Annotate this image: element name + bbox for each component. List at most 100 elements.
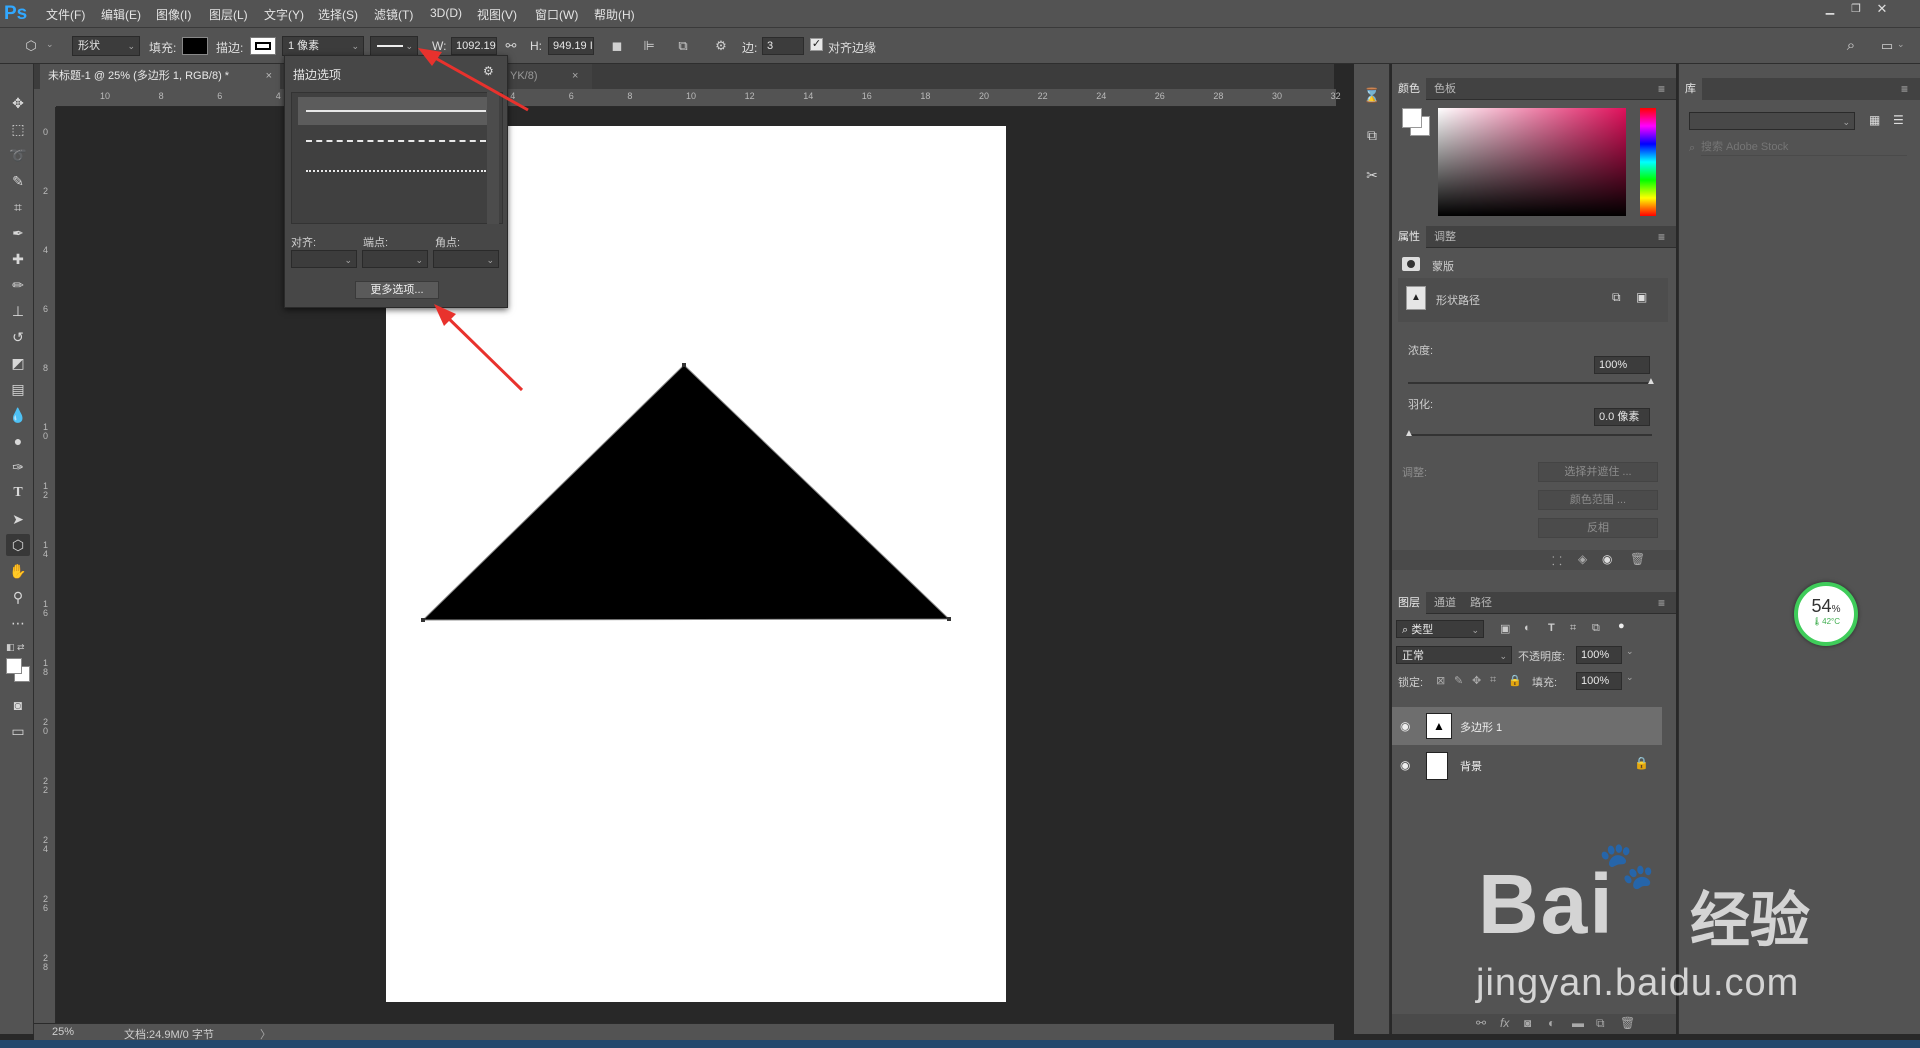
trash-icon[interactable]: 🗑 (1620, 1016, 1635, 1030)
hue-slider[interactable] (1640, 108, 1656, 216)
stroke-corners-dropdown[interactable]: ⌄ (433, 250, 499, 268)
gear-icon[interactable]: ⚙ (712, 37, 730, 55)
tab-properties[interactable]: 属性 (1392, 226, 1426, 248)
shape-mode-dropdown[interactable]: 形状 ⌄ (72, 36, 140, 56)
filter-smart-object-icon[interactable]: ⧉ (1592, 622, 1600, 635)
close-tab-icon[interactable]: × (572, 64, 584, 89)
crop-tool-icon[interactable]: ⌗ (6, 196, 30, 218)
sides-field[interactable]: 3 (762, 37, 804, 55)
feather-slider-handle[interactable]: ▲ (1404, 428, 1414, 439)
stroke-swatch[interactable] (250, 37, 276, 55)
panel-menu-icon[interactable]: ≡ (1658, 230, 1665, 244)
lock-position-icon[interactable]: ✥ (1472, 674, 1481, 687)
eraser-tool-icon[interactable]: ◩ (6, 352, 30, 374)
filter-pixel-icon[interactable]: ▣ (1500, 622, 1510, 635)
menu-3d[interactable]: 3D(D) (430, 6, 462, 20)
clone-stamp-tool-icon[interactable]: ⊥ (6, 300, 30, 322)
minimize-icon[interactable]: ▁ (1818, 2, 1842, 16)
path-selection-tool-icon[interactable]: ➤ (6, 508, 30, 530)
layer-comps-icon[interactable]: ⧉ (1360, 124, 1384, 146)
menu-type[interactable]: 文字(Y) (264, 6, 304, 23)
battery-widget[interactable]: 54% 🌡42°C (1794, 582, 1858, 646)
tab-paths[interactable]: 路径 (1464, 592, 1498, 614)
type-tool-icon[interactable]: T (6, 482, 30, 504)
marquee-tool-icon[interactable]: ⬚ (6, 118, 30, 140)
brush-tool-icon[interactable]: ✏ (6, 274, 30, 296)
layer-row-background[interactable]: ◉ 背景 🔒 (1392, 746, 1662, 784)
more-tools-icon[interactable]: ⋯ (6, 612, 30, 634)
color-fg-swatch[interactable] (1402, 108, 1422, 128)
library-dropdown[interactable]: ⌄ (1689, 112, 1855, 130)
lock-pixels-icon[interactable]: ⊠ (1436, 674, 1445, 687)
stroke-caps-dropdown[interactable]: ⌄ (362, 250, 428, 268)
dodge-tool-icon[interactable]: ● (6, 430, 30, 452)
tab-channels[interactable]: 通道 (1428, 592, 1462, 614)
hand-tool-icon[interactable]: ✋ (6, 560, 30, 582)
path-arrangement-icon[interactable]: ⧉ (674, 37, 692, 55)
menu-view[interactable]: 视图(V) (477, 6, 517, 23)
move-tool-icon[interactable]: ✥ (6, 92, 30, 114)
feather-field[interactable]: 0.0 像素 (1594, 408, 1650, 426)
quick-mask-icon[interactable]: ◙ (6, 694, 30, 716)
blur-tool-icon[interactable]: 💧 (6, 404, 30, 426)
chevron-down-icon[interactable]: ⌄ (1897, 39, 1905, 50)
path-alignment-icon[interactable]: ⊫ (640, 37, 658, 55)
eye-icon[interactable]: ◉ (1400, 758, 1410, 772)
healing-brush-tool-icon[interactable]: ✚ (6, 248, 30, 270)
polygon-tool-preset-icon[interactable]: ⬡ (22, 37, 40, 55)
anchor-point-right[interactable] (947, 617, 951, 621)
close-icon[interactable]: ✕ (1870, 2, 1894, 16)
search-icon[interactable]: ⌕ (1842, 37, 1860, 55)
blend-mode-dropdown[interactable]: 正常 ⌄ (1396, 646, 1512, 664)
select-and-mask-button[interactable]: 选择并遮住 ... (1538, 462, 1658, 482)
link-layers-icon[interactable]: ⚯ (1476, 1016, 1486, 1030)
opacity-field[interactable]: 100% (1576, 646, 1622, 664)
history-brush-tool-icon[interactable]: ↺ (6, 326, 30, 348)
adjustment-layer-icon[interactable]: ◐ (1548, 1016, 1555, 1030)
quick-select-tool-icon[interactable]: ✎ (6, 170, 30, 192)
vector-mask-icon[interactable]: ▣ (1636, 290, 1647, 304)
lasso-tool-icon[interactable]: ➰ (6, 144, 30, 166)
eye-icon[interactable]: ◉ (1602, 552, 1612, 566)
stroke-style-dotted[interactable] (298, 157, 494, 185)
restore-icon[interactable]: ❐ (1844, 2, 1868, 16)
color-range-button[interactable]: 颜色范围 ... (1538, 490, 1658, 510)
workspace-icon[interactable]: ▭ (1878, 37, 1896, 55)
invert-button[interactable]: 反相 (1538, 518, 1658, 538)
menu-file[interactable]: 文件(F) (46, 6, 85, 23)
load-selection-icon[interactable]: ⸬ (1552, 552, 1562, 569)
layer-name[interactable]: 背景 (1460, 758, 1482, 774)
lock-all-icon[interactable]: 🔒 (1508, 674, 1522, 687)
menu-select[interactable]: 选择(S) (318, 6, 358, 23)
stroke-style-dashed[interactable] (298, 127, 494, 155)
new-layer-icon[interactable]: ⧉ (1596, 1016, 1605, 1031)
stroke-width-dropdown[interactable]: 1 像素 ⌄ (282, 36, 364, 56)
screen-mode-icon[interactable]: ▭ (6, 720, 30, 742)
gear-icon[interactable]: ⚙ (483, 64, 494, 78)
stroke-type-dropdown[interactable]: ⌄ (370, 36, 418, 56)
layer-name[interactable]: 多边形 1 (1460, 719, 1502, 735)
default-colors-icon[interactable]: ◧ ⇄ (6, 642, 25, 653)
color-field[interactable] (1438, 108, 1626, 216)
tab-adjustments[interactable]: 调整 (1428, 226, 1462, 248)
chevron-down-icon[interactable]: ⌄ (1626, 646, 1634, 657)
fill-field[interactable]: 100% (1576, 672, 1622, 690)
lock-artboard-icon[interactable]: ⌗ (1490, 674, 1496, 687)
panel-menu-icon[interactable]: ≡ (1658, 596, 1665, 610)
document-tab-active[interactable]: 未标题-1 @ 25% (多边形 1, RGB/8) * × (40, 64, 280, 89)
zoom-level[interactable]: 25% (52, 1026, 74, 1038)
foreground-color-swatch[interactable] (6, 658, 22, 674)
folder-icon[interactable]: ▬ (1572, 1016, 1584, 1030)
panel-menu-icon[interactable]: ≡ (1658, 82, 1665, 96)
zoom-tool-icon[interactable]: ⚲ (6, 586, 30, 608)
stock-search-input[interactable] (1701, 138, 1907, 156)
filter-type-icon[interactable]: T (1548, 622, 1555, 634)
tab-library[interactable]: 库 (1679, 78, 1702, 100)
path-operations-icon[interactable]: ◼ (608, 37, 626, 55)
menu-filter[interactable]: 滤镜(T) (374, 6, 413, 23)
density-field[interactable]: 100% (1594, 356, 1650, 374)
menu-edit[interactable]: 编辑(E) (101, 6, 141, 23)
grid-view-icon[interactable]: ▦ (1869, 113, 1880, 127)
filter-shape-icon[interactable]: ⌗ (1570, 622, 1576, 635)
tab-layers[interactable]: 图层 (1392, 592, 1426, 614)
